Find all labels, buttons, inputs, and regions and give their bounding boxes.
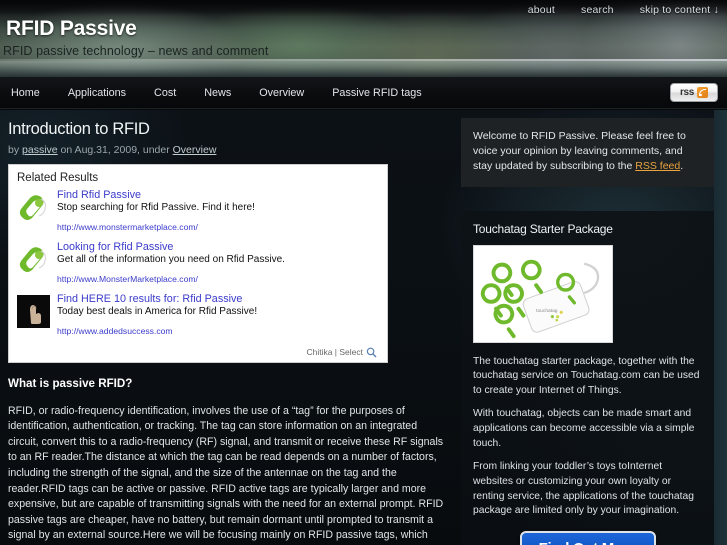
touchatag-paragraph: From linking your toddler’s toys toInter… — [473, 461, 694, 517]
site-tagline: RFID passive technology – news and comme… — [3, 44, 269, 58]
article-paragraph: RFID, or radio-frequency identification,… — [8, 404, 445, 545]
ad-item-title[interactable]: Find HERE 10 results for: Rfid Passive — [57, 293, 379, 305]
ad-item[interactable]: Find HERE 10 results for: Rfid Passive T… — [17, 293, 379, 336]
post-meta: by passive on Aug.31, 2009, under Overvi… — [8, 144, 453, 156]
article-paragraph-text: RFID, or radio-frequency identification,… — [8, 404, 444, 545]
pointing-hand-photo — [17, 294, 50, 328]
nav-item-applications[interactable]: Applications — [68, 87, 140, 99]
touchatag-widget-title: Touchatag Starter Package — [473, 221, 613, 236]
ad-footer: Chitika | Select — [17, 345, 379, 358]
main-content-column: Introduction to RFID by passive on Aug.3… — [8, 110, 453, 545]
ad-item-body: Find Rfid Passive Stop searching for Rfi… — [57, 189, 379, 232]
magnifier-icon — [366, 347, 377, 358]
post-meta-prefix: by — [8, 144, 23, 156]
ad-item[interactable]: Find Rfid Passive Stop searching for Rfi… — [17, 189, 379, 232]
ad-item-body: Find HERE 10 results for: Rfid Passive T… — [57, 293, 379, 336]
ad-item-url[interactable]: http://www.monstermarketplace.com/ — [57, 222, 379, 232]
rss-icon — [697, 87, 709, 98]
post-author-link[interactable]: passive — [22, 144, 58, 156]
nav-item-home[interactable]: Home — [11, 87, 54, 99]
section-heading-what-is-passive-rfid: What is passive RFID? — [8, 376, 133, 390]
top-utility-nav: about search skip to content ↓ — [528, 4, 719, 16]
green-tag-icon — [17, 191, 50, 224]
svg-text:touchatag: touchatag — [536, 308, 558, 314]
primary-nav-items: Home Applications Cost News Overview Pas… — [0, 77, 727, 108]
ad-item-body: Looking for Rfid Passive Get all of the … — [57, 241, 379, 284]
welcome-text-b: . — [680, 160, 684, 173]
ad-heading: Related Results — [17, 172, 99, 184]
ad-item-title[interactable]: Looking for Rfid Passive — [57, 241, 379, 253]
sidebar: Welcome to RFID Passive. Please feel fre… — [461, 110, 714, 545]
touchatag-paragraph: The touchatag starter package, together … — [473, 355, 700, 396]
rss-feed-link[interactable]: RSS feed — [635, 160, 680, 172]
primary-nav-bar: Home Applications Cost News Overview Pas… — [0, 77, 727, 109]
page-title: Introduction to RFID — [8, 120, 150, 138]
topnav-link-about[interactable]: about — [528, 4, 555, 16]
ad-item[interactable]: Looking for Rfid Passive Get all of the … — [17, 241, 379, 284]
site-title[interactable]: RFID Passive — [6, 17, 137, 41]
nav-item-news[interactable]: News — [204, 87, 245, 99]
ad-item-url[interactable]: http://www.addedsuccess.com — [57, 326, 379, 336]
welcome-text: Welcome to RFID Passive. Please feel fre… — [473, 129, 702, 175]
rss-button[interactable]: rss — [670, 83, 718, 102]
ad-item-url[interactable]: http://www.MonsterMarketplace.com/ — [57, 274, 379, 284]
topnav-link-search[interactable]: search — [581, 4, 614, 16]
post-category-link[interactable]: Overview — [173, 144, 217, 156]
page-body: Introduction to RFID by passive on Aug.3… — [0, 110, 727, 545]
related-results-ad: Related Results Find Rfid Passive Stop s… — [8, 164, 388, 363]
touchatag-paragraph: With touchatag, objects can be made smar… — [473, 408, 695, 449]
ad-item-desc: Today best deals in America for Rfid Pas… — [57, 306, 258, 318]
topnav-link-skip-to-content[interactable]: skip to content ↓ — [640, 4, 719, 16]
banner-bottom-shade — [0, 61, 727, 77]
touchatag-widget: Touchatag Starter Package touchatag The … — [461, 210, 714, 545]
ad-item-desc: Stop searching for Rfid Passive. Find it… — [57, 202, 255, 214]
nav-item-overview[interactable]: Overview — [259, 87, 318, 99]
nav-item-cost[interactable]: Cost — [154, 87, 190, 99]
ad-footer-label[interactable]: Chitika | Select — [306, 347, 363, 357]
find-out-more-button[interactable]: Find Out More — [519, 530, 656, 545]
ad-item-desc: Get all of the information you need on R… — [57, 254, 285, 266]
nav-item-passive-rfid-tags[interactable]: Passive RFID tags — [332, 87, 435, 99]
green-tag-icon — [17, 243, 50, 276]
page-root: about search skip to content ↓ RFID Pass… — [0, 0, 727, 545]
touchatag-reader-and-tags-photo: touchatag — [473, 244, 613, 343]
ad-item-title[interactable]: Find Rfid Passive — [57, 189, 379, 201]
page-right-edge — [714, 110, 727, 545]
rss-button-label: rss — [679, 87, 695, 98]
welcome-widget: Welcome to RFID Passive. Please feel fre… — [461, 118, 714, 187]
post-meta-middle: on Aug.31, 2009, under — [57, 144, 173, 156]
